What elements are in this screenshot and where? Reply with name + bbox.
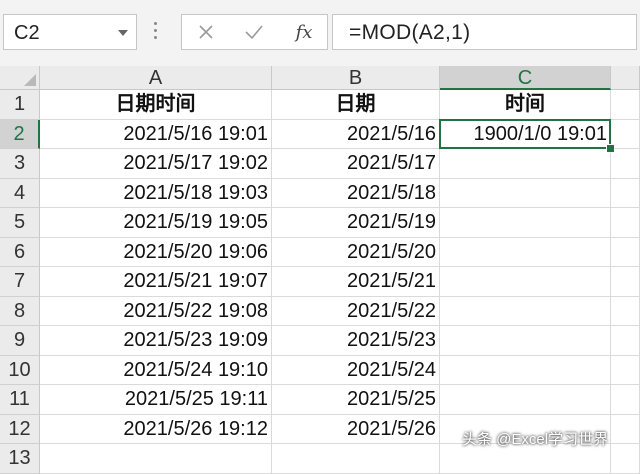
column-header-c[interactable]: C [440,66,611,90]
close-icon[interactable] [186,15,226,49]
cell-a4[interactable]: 2021/5/18 19:03 [40,178,272,208]
cell-blank[interactable] [611,119,640,149]
cell-b1[interactable]: 日期 [272,90,440,120]
cell-c7[interactable] [440,267,611,297]
chevron-down-icon[interactable] [118,30,128,36]
more-options-icon[interactable] [154,22,158,42]
spreadsheet-grid: ABC 1 日期时间 日期 时间 2 2021/5/16 19:01 2021/5/16 19… [0,66,640,474]
cell-a7[interactable]: 2021/5/21 19:07 [40,267,272,297]
cell-blank[interactable] [611,90,640,120]
cell-c9[interactable] [440,326,611,356]
row-header-3[interactable]: 3 [0,149,40,179]
cell-blank[interactable] [611,414,640,444]
cell-b13[interactable] [272,444,440,474]
cell-a2[interactable]: 2021/5/16 19:01 [40,119,272,149]
cell-a5[interactable]: 2021/5/19 19:05 [40,208,272,238]
cell-b12[interactable]: 2021/5/26 [272,414,440,444]
cell-blank[interactable] [611,178,640,208]
cell-blank[interactable] [611,208,640,238]
name-box[interactable]: C2 [3,14,137,50]
cell-a11[interactable]: 2021/5/25 19:11 [40,385,272,415]
cell-blank[interactable] [611,149,640,179]
row-header-8[interactable]: 8 [0,296,40,326]
cell-a8[interactable]: 2021/5/22 19:08 [40,296,272,326]
row-header-11[interactable]: 11 [0,385,40,415]
cell-blank[interactable] [611,237,640,267]
cell-b10[interactable]: 2021/5/24 [272,355,440,385]
select-all-button[interactable] [0,66,40,90]
cell-a6[interactable]: 2021/5/20 19:06 [40,237,272,267]
row-header-1[interactable]: 1 [0,90,40,120]
cell-b5[interactable]: 2021/5/19 [272,208,440,238]
cell-b6[interactable]: 2021/5/20 [272,237,440,267]
cell-c1[interactable]: 时间 [440,90,611,120]
check-icon[interactable] [234,15,274,49]
cell-blank[interactable] [611,326,640,356]
row-header-12[interactable]: 12 [0,414,40,444]
cell-b7[interactable]: 2021/5/21 [272,267,440,297]
row-header-2[interactable]: 2 [0,119,40,149]
formula-text: =MOD(A2,1) [349,21,471,44]
fill-handle[interactable] [606,144,615,153]
row-header-7[interactable]: 7 [0,267,40,297]
cell-c10[interactable] [440,355,611,385]
cell-c11[interactable] [440,385,611,415]
cell-c8[interactable] [440,296,611,326]
cell-blank[interactable] [611,296,640,326]
column-header-blank [611,66,640,90]
row-header-4[interactable]: 4 [0,178,40,208]
cell-c5[interactable] [440,208,611,238]
cell-blank[interactable] [611,444,640,474]
formula-bar-area: C2 fx =MOD(A2,1) [0,0,640,66]
row-header-5[interactable]: 5 [0,208,40,238]
cell-blank[interactable] [611,385,640,415]
cell-a3[interactable]: 2021/5/17 19:02 [40,149,272,179]
row-header-9[interactable]: 9 [0,326,40,356]
formula-input[interactable]: =MOD(A2,1) [332,14,637,50]
column-header-a[interactable]: A [40,66,272,90]
formula-buttons: fx [181,14,328,50]
cell-c6[interactable] [440,237,611,267]
cell-b9[interactable]: 2021/5/23 [272,326,440,356]
cell-a9[interactable]: 2021/5/23 19:09 [40,326,272,356]
row-header-13[interactable]: 13 [0,444,40,474]
cell-blank[interactable] [611,355,640,385]
name-box-value: C2 [14,22,40,44]
cell-a12[interactable]: 2021/5/26 19:12 [40,414,272,444]
cell-b2[interactable]: 2021/5/16 [272,119,440,149]
cell-a10[interactable]: 2021/5/24 19:10 [40,355,272,385]
row-header-6[interactable]: 6 [0,237,40,267]
row-header-10[interactable]: 10 [0,355,40,385]
cell-b4[interactable]: 2021/5/18 [272,178,440,208]
cell-c4[interactable] [440,178,611,208]
cell-a13[interactable] [40,444,272,474]
column-header-b[interactable]: B [272,66,440,90]
insert-function-button[interactable]: fx [284,15,324,49]
cell-a1[interactable]: 日期时间 [40,90,272,120]
cell-blank[interactable] [611,267,640,297]
cell-b3[interactable]: 2021/5/17 [272,149,440,179]
cell-b11[interactable]: 2021/5/25 [272,385,440,415]
watermark: 头条 @Excel学习世界 [462,431,609,448]
cell-b8[interactable]: 2021/5/22 [272,296,440,326]
cell-c3[interactable] [440,149,611,179]
selected-cell-border [439,118,611,149]
